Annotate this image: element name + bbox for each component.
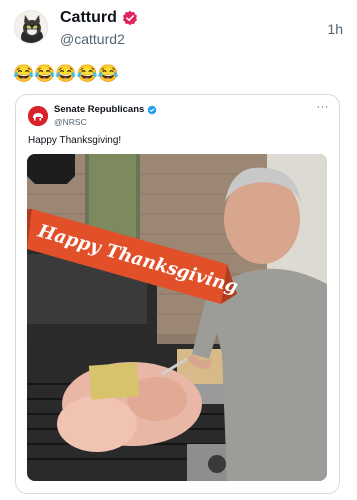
more-options-icon[interactable]: ··· <box>317 101 330 113</box>
author-handle[interactable]: @catturd2 <box>60 31 125 47</box>
post-text: 😂😂😂😂😂 <box>13 64 119 83</box>
verified-badge-icon <box>122 10 137 26</box>
quoted-author-handle[interactable]: @NRSC <box>54 117 87 127</box>
post-timestamp[interactable]: 1h <box>327 21 343 37</box>
cat-avatar-icon <box>15 11 47 43</box>
post[interactable]: Catturd @catturd2 1h 😂😂😂😂😂 Senate Republ… <box>0 0 357 500</box>
elephant-logo-icon <box>28 106 48 126</box>
quoted-post-text: Happy Thanksgiving! <box>28 135 122 146</box>
verified-badge-icon <box>147 105 157 114</box>
quoted-post-image[interactable]: Happy Thanksgiving <box>27 154 327 481</box>
author-avatar[interactable] <box>14 10 48 44</box>
quoted-post[interactable]: Senate Republicans @NRSC ··· Happy Thank… <box>15 94 340 494</box>
author-name[interactable]: Catturd <box>60 9 117 27</box>
quoted-author-avatar[interactable] <box>28 106 48 126</box>
thanksgiving-photo: Happy Thanksgiving <box>27 154 327 481</box>
quoted-author-name[interactable]: Senate Republicans <box>54 104 144 115</box>
